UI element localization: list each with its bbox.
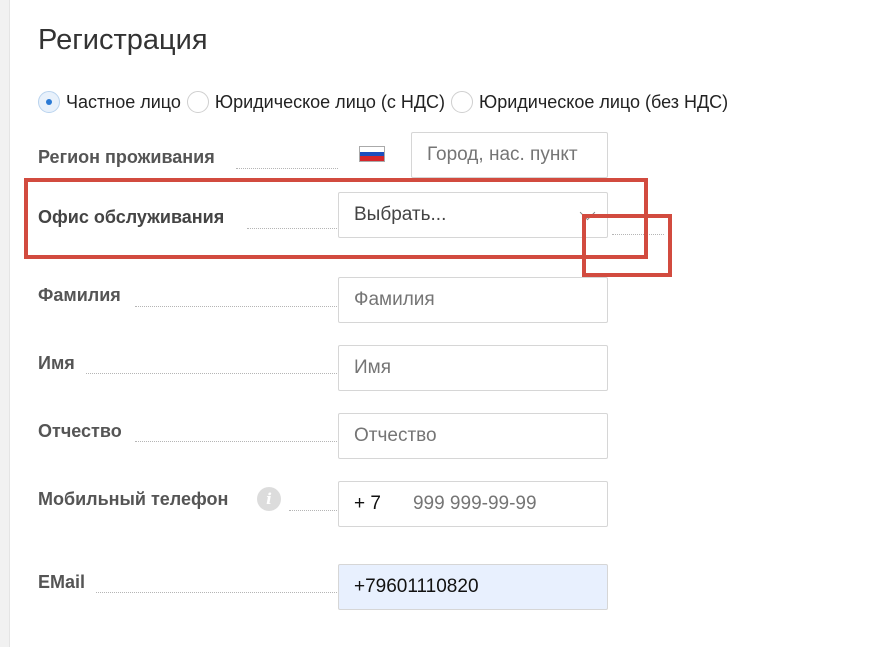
patronymic-label: Отчество — [38, 421, 122, 441]
phone-label: Мобильный телефон — [38, 489, 229, 509]
phone-field[interactable]: + 7 — [338, 481, 608, 527]
person-type-radio-group: Частное лицо Юридическое лицо (с НДС) Юр… — [38, 89, 734, 115]
annotation-box-office — [24, 178, 648, 259]
region-label: Регион проживания — [38, 147, 215, 167]
lastname-label: Фамилия — [38, 285, 121, 305]
radio-legal-vat-label: Юридическое лицо (с НДС) — [214, 91, 446, 112]
email-dots — [96, 592, 337, 593]
info-icon[interactable]: i — [257, 487, 281, 511]
phone-dots — [289, 510, 337, 511]
patronymic-input[interactable] — [338, 413, 608, 459]
radio-private-circle[interactable] — [38, 91, 60, 113]
region-dots — [236, 168, 338, 169]
radio-legal-novat-circle[interactable] — [451, 91, 474, 113]
radio-private-label: Частное лицо — [66, 91, 181, 112]
page-title: Регистрация — [38, 24, 208, 56]
radio-legal-vat[interactable]: Юридическое лицо (с НДС) — [186, 91, 446, 113]
firstname-dots — [86, 373, 337, 374]
left-border — [0, 0, 10, 647]
radio-private-person[interactable]: Частное лицо — [38, 91, 181, 113]
patronymic-dots — [135, 441, 337, 442]
firstname-input[interactable] — [338, 345, 608, 391]
lastname-input[interactable] — [338, 277, 608, 323]
phone-prefix: + 7 — [354, 493, 381, 514]
email-input[interactable]: +79601110820 — [338, 564, 608, 610]
region-city-input[interactable] — [411, 132, 608, 178]
email-label: EMail — [38, 572, 86, 592]
russia-flag-icon — [359, 146, 385, 162]
phone-input[interactable] — [412, 493, 593, 515]
lastname-dots — [135, 306, 337, 307]
firstname-label: Имя — [38, 353, 75, 373]
radio-legal-novat[interactable]: Юридическое лицо (без НДС) — [451, 91, 728, 113]
radio-legal-novat-label: Юридическое лицо (без НДС) — [479, 91, 729, 112]
annotation-box-small — [582, 214, 672, 277]
radio-legal-vat-circle[interactable] — [186, 91, 209, 113]
